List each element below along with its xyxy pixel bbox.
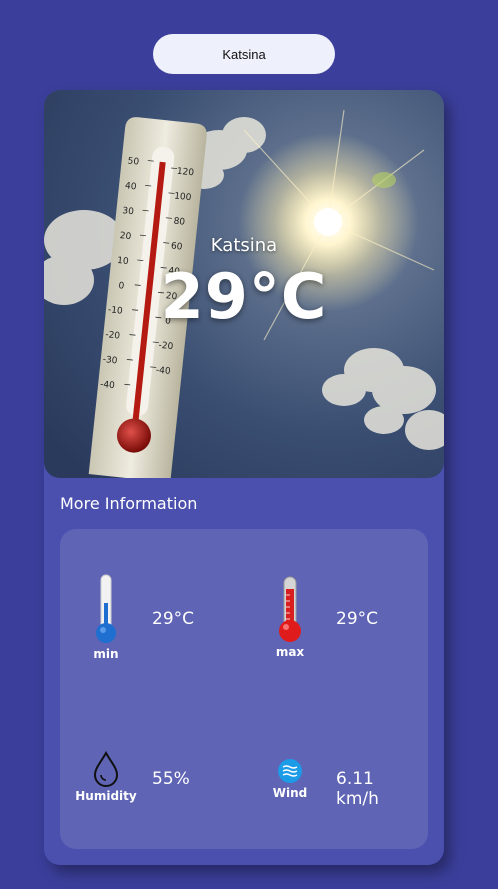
svg-text:120: 120 bbox=[176, 167, 194, 179]
wind-icon bbox=[278, 759, 302, 783]
city-search-value: Katsina bbox=[222, 46, 266, 62]
thermometer-hot-icon bbox=[279, 576, 301, 642]
weather-card: 50 40 30 20 10 0 -10 -20 -30 -40 120 100 80 60 40… bbox=[44, 90, 444, 865]
hero-panel: 50 40 30 20 10 0 -10 -20 -30 -40 120 100 80 60 40… bbox=[44, 90, 444, 478]
svg-text:30: 30 bbox=[122, 206, 135, 217]
min-value: 29°C bbox=[152, 609, 195, 629]
svg-text:-40: -40 bbox=[155, 366, 171, 378]
max-value: 29°C bbox=[336, 609, 379, 629]
max-label: max bbox=[275, 645, 305, 659]
humidity-label: Humidity bbox=[75, 789, 137, 803]
svg-text:100: 100 bbox=[174, 191, 192, 203]
svg-text:-40: -40 bbox=[100, 380, 116, 392]
hero-temperature: 29°C bbox=[160, 260, 328, 333]
city-search-input[interactable]: Katsina bbox=[153, 34, 335, 74]
hero-city-name: Katsina bbox=[210, 235, 278, 256]
info-panel: min 29°C max 29°C Humidity 55% Wind 6.11… bbox=[60, 529, 428, 849]
wind-label: Wind bbox=[272, 786, 308, 800]
svg-text:50: 50 bbox=[127, 156, 140, 167]
thermometer-cold-icon bbox=[96, 574, 116, 643]
more-information-heading: More Information bbox=[60, 494, 198, 513]
svg-text:-20: -20 bbox=[158, 341, 174, 353]
svg-text:80: 80 bbox=[173, 217, 186, 228]
svg-text:40: 40 bbox=[124, 181, 137, 192]
svg-text:-30: -30 bbox=[102, 355, 118, 367]
water-drop-icon bbox=[93, 751, 119, 787]
humidity-value: 55% bbox=[152, 769, 190, 789]
min-label: min bbox=[93, 647, 119, 661]
wind-value: 6.11 km/h bbox=[336, 769, 379, 809]
